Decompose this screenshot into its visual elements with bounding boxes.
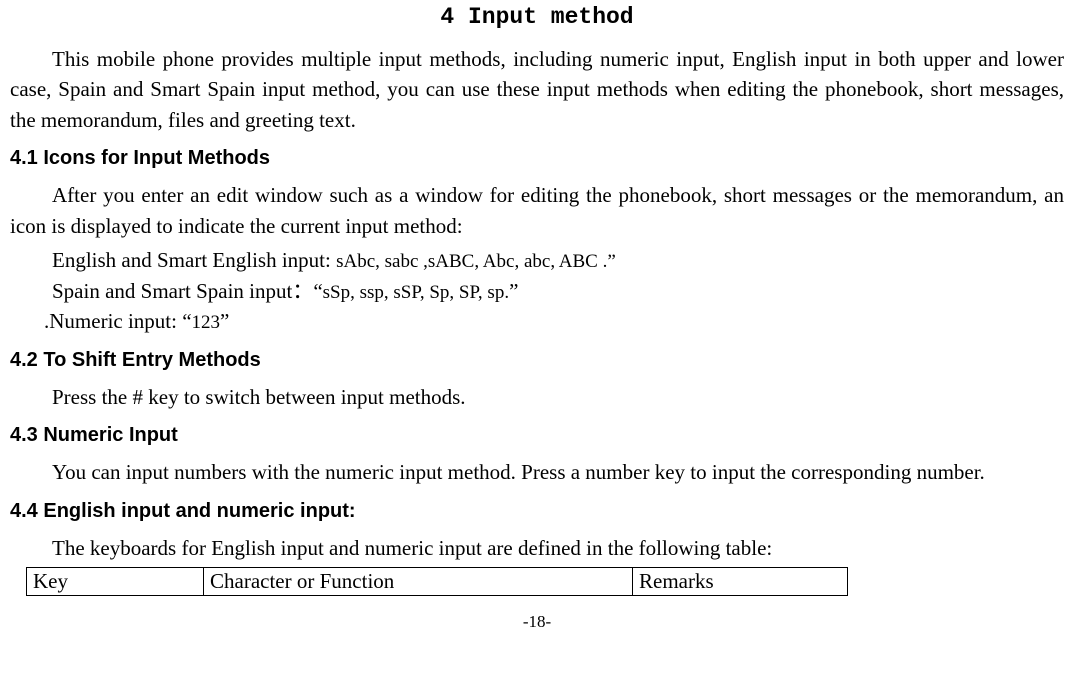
table-header-key: Key bbox=[27, 568, 204, 596]
intro-paragraph: This mobile phone provides multiple inpu… bbox=[10, 44, 1064, 135]
section-4-4-heading: 4.4 English input and numeric input: bbox=[10, 500, 1064, 523]
line-suffix: ” bbox=[509, 279, 518, 303]
page-number: -18- bbox=[10, 612, 1064, 632]
table-header-char: Character or Function bbox=[204, 568, 633, 596]
section-4-2-heading: 4.2 To Shift Entry Methods bbox=[10, 349, 1064, 372]
table-header-row: Key Character or Function Remarks bbox=[27, 568, 848, 596]
section-4-1-line-spain: Spain and Smart Spain input：“sSp, ssp, s… bbox=[10, 276, 1064, 307]
line-prefix: Spain and Smart Spain input：“ bbox=[52, 279, 323, 303]
line-prefix: English and Smart English input: bbox=[52, 248, 336, 272]
section-4-1-line-english: English and Smart English input: sAbc, s… bbox=[10, 245, 1064, 276]
chapter-title: 4 Input method bbox=[10, 4, 1064, 30]
section-4-4-para: The keyboards for English input and nume… bbox=[10, 533, 1064, 563]
section-4-3-para: You can input numbers with the numeric i… bbox=[10, 457, 1064, 487]
line-values: sAbc, sabc ,sABC, Abc, abc, ABC .” bbox=[336, 251, 616, 272]
section-4-1-para: After you enter an edit window such as a… bbox=[10, 180, 1064, 241]
line-values: 123 bbox=[192, 312, 221, 333]
line-values: sSp, ssp, sSP, Sp, SP, sp. bbox=[323, 282, 509, 303]
page-container: 4 Input method This mobile phone provide… bbox=[0, 0, 1074, 642]
table-header-remarks: Remarks bbox=[633, 568, 848, 596]
keyboard-table: Key Character or Function Remarks bbox=[26, 567, 848, 596]
line-suffix: ” bbox=[220, 309, 229, 333]
section-4-3-heading: 4.3 Numeric Input bbox=[10, 424, 1064, 447]
line-prefix: .Numeric input: “ bbox=[44, 309, 192, 333]
section-4-2-para: Press the # key to switch between input … bbox=[10, 382, 1064, 412]
section-4-1-heading: 4.1 Icons for Input Methods bbox=[10, 147, 1064, 170]
section-4-1-line-numeric: .Numeric input: “123” bbox=[10, 306, 1064, 337]
